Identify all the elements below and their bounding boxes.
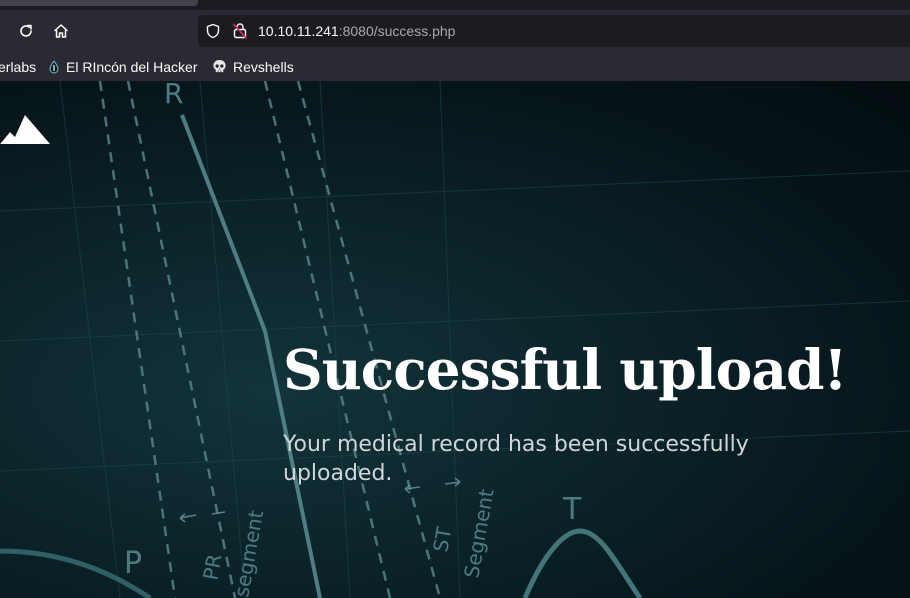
bookmark-revshells[interactable]: Revshells bbox=[212, 52, 294, 81]
ecg-label-pr-segment: segment bbox=[229, 508, 268, 598]
ecg-label-pr: PR bbox=[198, 552, 226, 582]
tab-strip-empty bbox=[198, 0, 910, 10]
url-text[interactable]: 10.10.11.241:8080/success.php bbox=[258, 15, 455, 47]
ecg-label-st: ST bbox=[428, 524, 456, 553]
insecure-lock-icon[interactable] bbox=[232, 22, 248, 40]
ecg-label-p: P bbox=[124, 546, 142, 581]
url-host: 10.10.11.241 bbox=[258, 23, 339, 39]
home-icon bbox=[54, 24, 68, 38]
bookmark-label: El RIncón del Hacker bbox=[66, 58, 198, 75]
home-button[interactable] bbox=[47, 17, 75, 45]
page-title: Successful upload! bbox=[283, 337, 848, 402]
reload-button[interactable] bbox=[12, 17, 40, 45]
address-bar[interactable]: 10.10.11.241:8080/success.php bbox=[198, 15, 910, 47]
ecg-label-r: R bbox=[164, 81, 183, 110]
skull-icon bbox=[212, 59, 227, 74]
mountain-logo-icon[interactable] bbox=[0, 113, 50, 145]
ecg-label-st-segment: Segment bbox=[459, 487, 498, 580]
bookmark-erlabs[interactable]: erlabs bbox=[0, 52, 36, 81]
bookmark-label: Revshells bbox=[233, 58, 294, 75]
navigation-toolbar: 10.10.11.241:8080/success.php bbox=[0, 10, 910, 52]
tracking-protection-shield-icon[interactable] bbox=[205, 23, 221, 39]
reload-icon bbox=[20, 24, 32, 37]
bookmarks-toolbar: erlabs El RIncón del Hacker Revshells bbox=[0, 52, 910, 81]
bookmark-label: erlabs bbox=[0, 58, 37, 75]
tab-strip bbox=[0, 0, 910, 10]
drop-icon bbox=[48, 59, 60, 74]
page-content: R P T PR segment ST Segment Successful u… bbox=[0, 81, 910, 598]
bookmark-el-rincon-del-hacker[interactable]: El RIncón del Hacker bbox=[48, 52, 198, 81]
ecg-label-t: T bbox=[562, 492, 582, 527]
active-tab[interactable] bbox=[0, 0, 198, 6]
url-path: :8080/success.php bbox=[338, 23, 456, 39]
upload-success-message: Your medical record has been successfull… bbox=[283, 432, 749, 486]
